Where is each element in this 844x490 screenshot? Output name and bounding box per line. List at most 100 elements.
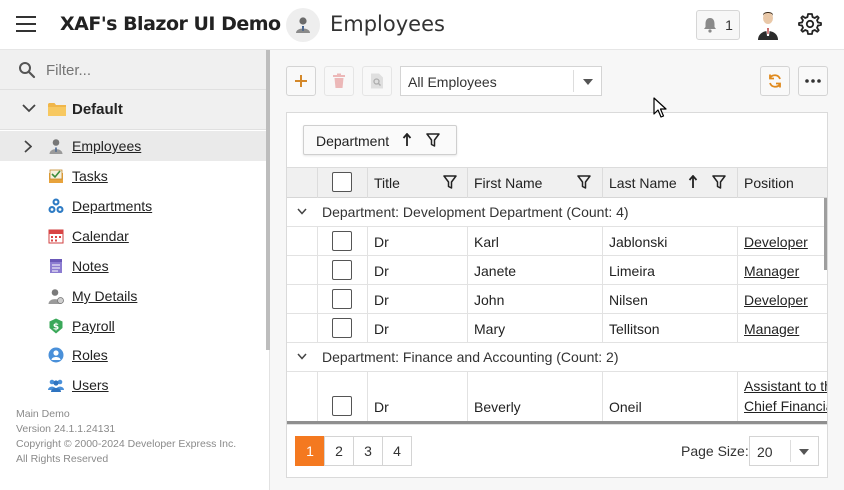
chevron-down-icon[interactable] (297, 353, 307, 360)
row-checkbox[interactable] (332, 318, 352, 338)
title-cell: Dr (367, 227, 467, 255)
column-header-label: Title (374, 175, 400, 191)
column-header-first-name[interactable]: First Name (467, 168, 602, 198)
group-row-finance[interactable]: Department: Finance and Accounting (Coun… (287, 343, 827, 372)
column-header-last-name[interactable]: Last Name (602, 168, 737, 198)
delete-button[interactable] (324, 66, 354, 96)
column-header-label: First Name (474, 175, 543, 191)
sidebar-item-label: Roles (72, 347, 108, 363)
table-row[interactable]: Dr Janete Limeira Manager (287, 256, 827, 285)
group-chip-department[interactable]: Department (303, 125, 457, 155)
calendar-icon (48, 229, 64, 244)
select-cell (317, 227, 367, 255)
dropdown-arrow-icon (583, 79, 593, 85)
hamburger-menu-icon[interactable] (16, 16, 36, 32)
table-row[interactable]: Dr John Nilsen Developer (287, 285, 827, 314)
chevron-down-icon[interactable] (297, 208, 307, 215)
page-title: Employees (330, 12, 445, 36)
trash-icon (333, 73, 345, 88)
tasks-icon (49, 169, 63, 183)
refresh-button[interactable] (760, 66, 790, 96)
position-link[interactable]: Developer (744, 292, 808, 308)
employee-icon (49, 139, 63, 154)
first-name-cell: Janete (467, 256, 602, 284)
my-details-icon (48, 289, 64, 304)
nav-group-label: Default (72, 101, 123, 118)
position-link[interactable]: Developer (744, 234, 808, 250)
row-checkbox[interactable] (332, 231, 352, 251)
sidebar-item-roles[interactable]: Roles (0, 340, 266, 370)
user-avatar[interactable] (754, 10, 782, 40)
refresh-icon (769, 74, 781, 88)
notes-icon (50, 259, 62, 273)
position-link[interactable]: Manager (744, 321, 799, 337)
filter-icon[interactable] (426, 133, 440, 147)
document-search-icon (371, 73, 383, 89)
last-name-cell: Limeira (602, 256, 737, 284)
group-row-development[interactable]: Department: Development Department (Coun… (287, 198, 827, 227)
row-checkbox[interactable] (332, 289, 352, 309)
column-header-label: Position (744, 175, 794, 191)
sidebar-item-label: Employees (72, 138, 142, 154)
table-row[interactable]: Dr Karl Jablonski Developer (287, 227, 827, 256)
row-checkbox[interactable] (332, 260, 352, 280)
cell-value: Dr (374, 321, 389, 337)
row-checkbox[interactable] (332, 396, 352, 416)
grid-vertical-scrollbar[interactable] (824, 198, 827, 270)
more-actions-button[interactable] (798, 66, 828, 96)
cell-value: Janete (474, 263, 517, 279)
sidebar-item-tasks[interactable]: Tasks (0, 161, 266, 191)
filter-input[interactable] (46, 58, 246, 82)
footer-rights: All Rights Reserved (16, 453, 109, 465)
page-button-3[interactable]: 3 (353, 436, 383, 466)
cell-value: Nilsen (609, 292, 648, 308)
cell-value: Mary (474, 321, 506, 337)
cell-value: Jablonski (609, 234, 668, 250)
new-button[interactable] (286, 66, 316, 96)
sidebar-item-employees[interactable]: Employees (0, 131, 266, 161)
preview-button[interactable] (362, 66, 392, 96)
cell-value: Dr (374, 399, 389, 415)
nav-group-default[interactable]: Default (0, 90, 266, 130)
first-name-cell: John (467, 285, 602, 313)
cell-value: Tellitson (609, 321, 660, 337)
page-size-selector[interactable]: 20 (749, 436, 819, 466)
page-button-2[interactable]: 2 (324, 436, 354, 466)
column-header-position[interactable]: Position (737, 168, 827, 198)
filter-icon[interactable] (712, 175, 726, 189)
sort-ascending-icon[interactable] (688, 175, 698, 189)
position-link[interactable]: Manager (744, 263, 799, 279)
filter-icon[interactable] (443, 175, 457, 189)
sidebar-item-notes[interactable]: Notes (0, 251, 266, 281)
roles-icon (48, 347, 64, 363)
sidebar-item-my-details[interactable]: My Details (0, 281, 266, 311)
select-all-cell (317, 168, 367, 198)
first-name-cell: Mary (467, 314, 602, 342)
table-row[interactable]: Dr Mary Tellitson Manager (287, 314, 827, 343)
sidebar-item-users[interactable]: Users (0, 370, 266, 400)
position-cell: Developer (737, 285, 827, 313)
column-header-title[interactable]: Title (367, 168, 467, 198)
ellipsis-icon (805, 79, 821, 83)
main-content: All Employees Department Title First Nam… (270, 50, 844, 490)
notifications-button[interactable]: 1 (696, 10, 740, 40)
group-panel: Department (287, 113, 827, 168)
position-link[interactable]: Chief Financia (744, 398, 827, 414)
sidebar-item-departments[interactable]: Departments (0, 191, 266, 221)
filter-icon[interactable] (577, 175, 591, 189)
select-all-checkbox[interactable] (332, 172, 352, 192)
view-selector[interactable]: All Employees (400, 66, 602, 96)
cell-value: Dr (374, 292, 389, 308)
employee-icon (286, 8, 320, 42)
dropdown-separator (790, 440, 791, 462)
page-button-4[interactable]: 4 (382, 436, 412, 466)
gear-icon[interactable] (798, 12, 822, 36)
pager: 1 2 3 4 Page Size: 20 (287, 424, 827, 477)
page-button-1[interactable]: 1 (295, 436, 325, 466)
sort-ascending-icon[interactable] (402, 133, 412, 147)
sidebar-item-payroll[interactable]: $ Payroll (0, 311, 266, 341)
sidebar-item-label: Notes (72, 258, 109, 274)
last-name-cell: Nilsen (602, 285, 737, 313)
sidebar-item-calendar[interactable]: Calendar (0, 221, 266, 251)
position-link[interactable]: Assistant to th (744, 378, 827, 394)
